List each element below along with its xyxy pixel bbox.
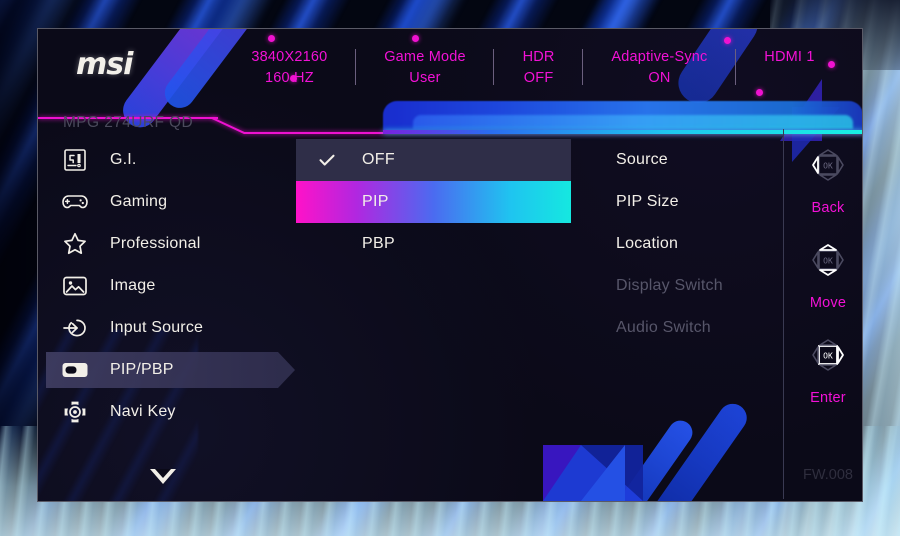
decor-bar-bottom-1: [602, 415, 698, 501]
nav-label: Move: [809, 295, 847, 311]
nav-divider: [783, 129, 784, 499]
status-game-mode-label: Game Mode: [384, 49, 466, 65]
option-label: PIP: [362, 193, 389, 210]
sidebar-item-professional[interactable]: Professional: [38, 223, 288, 265]
navigation-hints: OK Back OK Move OK Enter: [793, 139, 862, 424]
submenu-item-label: Audio Switch: [616, 319, 711, 336]
status-resolution: 3840X2160 160 HZ: [223, 47, 356, 89]
joystick-right-ok-icon: OK: [802, 339, 854, 385]
check-icon: [318, 151, 336, 169]
sidebar-item-label: Navi Key: [110, 403, 176, 420]
picture-icon: [60, 272, 90, 300]
gaming-intelligence-icon: [60, 146, 90, 174]
screen: msi 3840X2160 160 HZ Game Mode User HDR …: [0, 0, 900, 536]
status-adaptive-sync-value: ON: [648, 70, 671, 86]
divider-magenta-diagonal: [211, 117, 246, 135]
nav-back[interactable]: OK Back: [793, 139, 862, 216]
chevron-down-icon: [150, 469, 176, 484]
sidebar-item-label: Input Source: [110, 319, 204, 336]
status-hdr-label: HDR: [522, 49, 555, 65]
submenu-item-location[interactable]: Location: [616, 223, 816, 265]
status-hdr: HDR OFF: [494, 47, 583, 89]
svg-text:OK: OK: [823, 352, 833, 361]
firmware-version: FW.008: [803, 467, 853, 483]
status-game-mode-value: User: [409, 70, 441, 86]
status-game-mode: Game Mode User: [356, 47, 495, 89]
status-hdr-value: OFF: [523, 70, 554, 86]
nav-enter[interactable]: OK Enter: [793, 329, 862, 406]
status-adaptive-sync-label: Adaptive-Sync: [611, 49, 708, 65]
svg-text:OK: OK: [823, 257, 833, 266]
decor-bar-bottom-2: [631, 398, 753, 501]
status-refresh-rate: 160 HZ: [265, 70, 314, 86]
osd-panel: msi 3840X2160 160 HZ Game Mode User HDR …: [37, 28, 863, 502]
sidebar-item-label: G.I.: [110, 151, 137, 168]
option-label: PBP: [362, 235, 395, 252]
submenu-item-label: Display Switch: [616, 277, 723, 294]
status-input-source-value: HDMI 1: [764, 49, 815, 65]
status-input-source: HDMI 1: [736, 47, 843, 68]
status-adaptive-sync: Adaptive-Sync ON: [583, 47, 736, 89]
sidebar-item-gi[interactable]: G.I.: [38, 139, 288, 181]
divider-blue-band-inner: [413, 115, 853, 129]
sidebar-item-input-source[interactable]: Input Source: [38, 307, 288, 349]
submenu-item-source[interactable]: Source: [616, 139, 816, 181]
sidebar-item-gaming[interactable]: Gaming: [38, 181, 288, 223]
msi-logo: msi: [76, 47, 133, 82]
star-icon: [60, 230, 90, 258]
decor-polygon-bottom: [543, 445, 643, 501]
submenu-item-label: Source: [616, 151, 668, 168]
sidebar-item-navi-key[interactable]: Navi Key: [38, 391, 288, 433]
decor-dot: [724, 37, 731, 44]
decor-dot: [412, 35, 419, 42]
option-label: OFF: [362, 151, 395, 168]
nav-label: Back: [811, 200, 845, 216]
sidebar-item-pip-pbp[interactable]: PIP/PBP: [38, 349, 295, 391]
option-off[interactable]: OFF: [296, 139, 571, 181]
submenu-item-audio-switch: Audio Switch: [616, 307, 816, 349]
decor-polygon-bottom-2: [581, 445, 625, 501]
sidebar-item-label: Gaming: [110, 193, 168, 210]
submenu-item-display-switch: Display Switch: [616, 265, 816, 307]
input-arrow-icon: [60, 314, 90, 342]
model-name: MPG 274URF QD: [63, 114, 194, 131]
joystick-updown-icon: OK: [802, 244, 854, 290]
focus-border: [296, 181, 571, 223]
submenu-item-pip-size[interactable]: PIP Size: [616, 181, 816, 223]
sidebar-scroll-down[interactable]: [38, 469, 288, 489]
gamepad-icon: [60, 188, 90, 216]
sidebar-item-label: Professional: [110, 235, 201, 252]
pip-pbp-mode-list: OFF PIP PBP: [296, 139, 571, 265]
nav-move[interactable]: OK Move: [793, 234, 862, 311]
sidebar-menu: G.I. Gaming Professional Image Input Sou…: [38, 139, 295, 433]
divider-cyan-line: [383, 130, 862, 134]
sidebar-item-label: Image: [110, 277, 156, 294]
status-resolution-value: 3840X2160: [251, 49, 328, 65]
decor-dot: [268, 35, 275, 42]
nav-label: Enter: [810, 390, 846, 406]
option-pbp[interactable]: PBP: [296, 223, 571, 265]
sidebar-item-image[interactable]: Image: [38, 265, 288, 307]
submenu-item-label: PIP Size: [616, 193, 679, 210]
pip-settings-list: Source PIP Size Location Display Switch …: [616, 139, 816, 349]
svg-text:OK: OK: [823, 162, 833, 171]
submenu-item-label: Location: [616, 235, 679, 252]
sidebar-item-label: PIP/PBP: [110, 361, 174, 378]
option-pip[interactable]: PIP: [296, 181, 571, 223]
joystick-left-icon: OK: [802, 149, 854, 195]
navi-key-icon: [60, 398, 90, 426]
pip-pbp-icon: [60, 356, 90, 384]
